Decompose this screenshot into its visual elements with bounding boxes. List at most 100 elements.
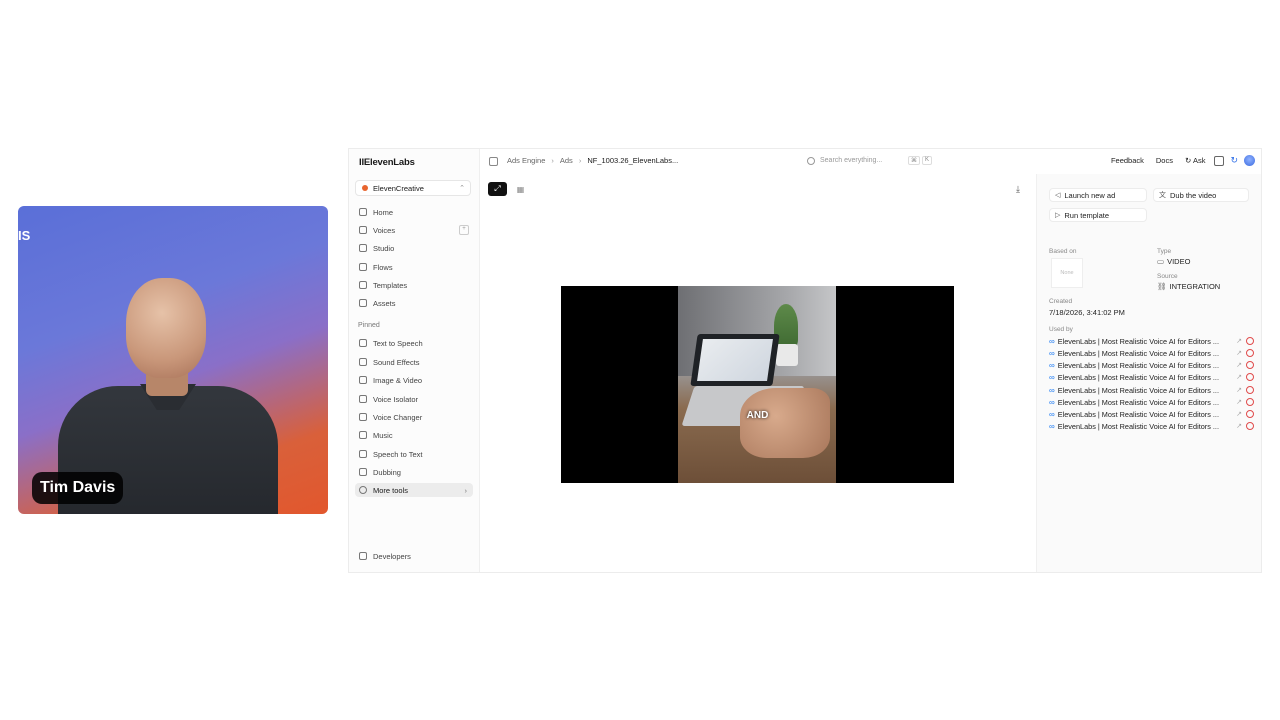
remove-icon[interactable] — [1246, 398, 1254, 406]
voices-icon — [359, 226, 367, 234]
sidebar-item-developers[interactable]: Developers — [355, 549, 473, 563]
source-label: Source — [1157, 273, 1178, 280]
sidebar: IIElevenLabs ElevenCreative ⌃ Home Voice… — [349, 149, 480, 572]
sidebar-item-dubbing[interactable]: Dubbing — [355, 465, 473, 479]
used-by-title: ElevenLabs | Most Realistic Voice AI for… — [1057, 348, 1219, 358]
app-logo[interactable]: IIElevenLabs — [359, 157, 415, 168]
used-by-title: ElevenLabs | Most Realistic Voice AI for… — [1057, 421, 1219, 431]
remove-icon[interactable] — [1246, 410, 1254, 418]
breadcrumb-separator-icon: › — [578, 156, 582, 165]
used-by-row[interactable]: ∞ ElevenLabs | Most Realistic Voice AI f… — [1049, 335, 1254, 347]
search-input[interactable]: Search everything... ⌘ K — [807, 154, 932, 167]
remove-icon[interactable] — [1246, 337, 1254, 345]
sidebar-item-text-to-speech[interactable]: Text to Speech — [355, 336, 473, 350]
used-by-row[interactable]: ∞ ElevenLabs | Most Realistic Voice AI f… — [1049, 359, 1254, 371]
meta-icon: ∞ — [1049, 409, 1055, 419]
sidebar-item-speech-to-text[interactable]: Speech to Text — [355, 447, 473, 461]
created-value: 7/18/2026, 3:41:02 PM — [1049, 308, 1125, 317]
sidebar-item-voice-changer[interactable]: Voice Changer — [355, 410, 473, 424]
external-link-icon[interactable]: ↗ — [1236, 337, 1242, 345]
remove-icon[interactable] — [1246, 386, 1254, 394]
external-link-icon[interactable]: ↗ — [1236, 349, 1242, 357]
used-by-title: ElevenLabs | Most Realistic Voice AI for… — [1057, 397, 1219, 407]
folder-icon[interactable] — [1214, 155, 1225, 166]
remove-icon[interactable] — [1246, 349, 1254, 357]
breadcrumb: Ads Engine › Ads › NF_1003.26_ElevenLabs… — [507, 156, 678, 165]
breadcrumb-current: NF_1003.26_ElevenLabs... — [587, 156, 679, 165]
remove-icon[interactable] — [1246, 422, 1254, 430]
external-link-icon[interactable]: ↗ — [1236, 410, 1242, 418]
presenter-name-tag: Tim Davis — [32, 472, 124, 504]
meta-icon: ∞ — [1049, 348, 1055, 358]
add-voice-icon[interactable]: + — [459, 225, 469, 235]
external-link-icon[interactable]: ↗ — [1236, 361, 1242, 369]
workspace-switcher[interactable]: ElevenCreative ⌃ — [355, 180, 471, 196]
sidebar-item-label: Sound Effects — [373, 357, 420, 367]
sidebar-item-flows[interactable]: Flows — [355, 260, 473, 274]
expand-icon: ⤢ — [494, 184, 501, 193]
video-player[interactable]: AND — [561, 286, 954, 483]
external-link-icon[interactable]: ↗ — [1236, 398, 1242, 406]
external-link-icon[interactable]: ↗ — [1236, 373, 1242, 381]
sidebar-item-label: Developers — [373, 551, 411, 561]
meta-icon: ∞ — [1049, 397, 1055, 407]
ask-button[interactable]: ↻ Ask — [1182, 154, 1208, 167]
used-by-label: Used by — [1049, 326, 1073, 333]
run-template-label: Run template — [1064, 210, 1109, 220]
pinned-section-label: Pinned — [358, 322, 380, 329]
used-by-row[interactable]: ∞ ElevenLabs | Most Realistic Voice AI f… — [1049, 396, 1254, 408]
grid-view-button[interactable]: ▦ — [511, 182, 530, 196]
download-icon[interactable]: ⤓ — [1016, 184, 1020, 195]
sidebar-item-label: Text to Speech — [373, 338, 423, 348]
dub-video-button[interactable]: 文 Dub the video — [1153, 188, 1249, 202]
docs-button[interactable]: Docs — [1153, 154, 1176, 167]
avatar[interactable] — [1244, 155, 1255, 166]
sidebar-item-sound-effects[interactable]: Sound Effects — [355, 355, 473, 369]
sidebar-item-label: Flows — [373, 262, 393, 272]
sidebar-item-image-video[interactable]: Image & Video — [355, 373, 473, 387]
based-on-thumbnail: None — [1051, 258, 1083, 288]
home-icon — [359, 208, 367, 216]
top-actions: Feedback Docs ↻ Ask ↻ — [1108, 154, 1255, 167]
launch-new-ad-label: Launch new ad — [1064, 190, 1116, 200]
refresh-icon[interactable]: ↻ — [1230, 155, 1238, 166]
source-value-text: INTEGRATION — [1169, 282, 1221, 291]
megaphone-icon: ◁ — [1055, 192, 1061, 199]
sidebar-item-home[interactable]: Home — [355, 205, 473, 219]
remove-icon[interactable] — [1246, 373, 1254, 381]
video-pot — [776, 344, 798, 366]
sidebar-item-voice-isolator[interactable]: Voice Isolator — [355, 392, 473, 406]
sidebar-item-more-tools[interactable]: More tools › — [355, 483, 473, 497]
sidebar-item-label: Voice Changer — [373, 412, 423, 422]
used-by-row[interactable]: ∞ ElevenLabs | Most Realistic Voice AI f… — [1049, 420, 1254, 432]
external-link-icon[interactable]: ↗ — [1236, 386, 1242, 394]
remove-icon[interactable] — [1246, 361, 1254, 369]
created-label: Created — [1049, 298, 1073, 305]
breadcrumb-ads[interactable]: Ads — [560, 156, 573, 165]
run-template-button[interactable]: ▷ Run template — [1049, 208, 1147, 222]
sidebar-item-label: Music — [373, 430, 393, 440]
cmd-key: ⌘ — [907, 156, 920, 165]
used-by-title: ElevenLabs | Most Realistic Voice AI for… — [1057, 336, 1219, 346]
used-by-row[interactable]: ∞ ElevenLabs | Most Realistic Voice AI f… — [1049, 408, 1254, 420]
used-by-row[interactable]: ∞ ElevenLabs | Most Realistic Voice AI f… — [1049, 347, 1254, 359]
used-by-row[interactable]: ∞ ElevenLabs | Most Realistic Voice AI f… — [1049, 384, 1254, 396]
type-label: Type — [1157, 248, 1172, 255]
sidebar-item-assets[interactable]: Assets — [355, 296, 473, 310]
app-window: IIElevenLabs ElevenCreative ⌃ Home Voice… — [348, 148, 1262, 573]
sidebar-item-templates[interactable]: Templates — [355, 278, 473, 292]
feedback-button[interactable]: Feedback — [1108, 154, 1147, 167]
sidebar-item-studio[interactable]: Studio — [355, 241, 473, 255]
chevron-updown-icon: ⌃ — [459, 185, 465, 192]
play-icon: ▷ — [1055, 212, 1061, 219]
sidebar-toggle-icon[interactable] — [489, 157, 498, 166]
sidebar-item-music[interactable]: Music — [355, 428, 473, 442]
sidebar-item-label: Voices — [373, 225, 396, 235]
used-by-row[interactable]: ∞ ElevenLabs | Most Realistic Voice AI f… — [1049, 371, 1254, 383]
expand-view-button[interactable]: ⤢ — [488, 182, 507, 196]
external-link-icon[interactable]: ↗ — [1236, 422, 1242, 430]
launch-new-ad-button[interactable]: ◁ Launch new ad — [1049, 188, 1147, 202]
type-value-text: VIDEO — [1167, 257, 1191, 266]
breadcrumb-ads-engine[interactable]: Ads Engine — [507, 156, 545, 165]
sidebar-item-voices[interactable]: Voices + — [355, 223, 473, 237]
